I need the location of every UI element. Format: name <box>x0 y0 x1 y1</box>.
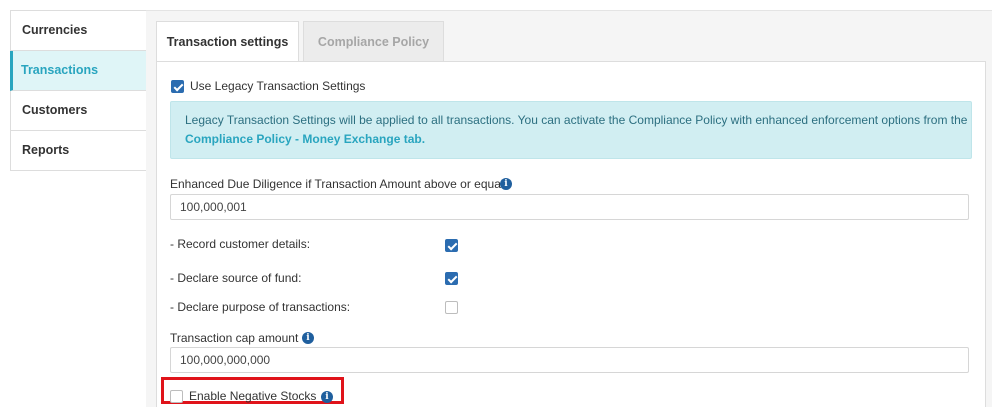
edd-amount-input[interactable] <box>170 194 969 220</box>
tab-transaction-settings[interactable]: Transaction settings <box>156 21 299 62</box>
declare-source-of-fund-checkbox[interactable] <box>445 272 458 285</box>
declare-purpose-label: - Declare purpose of transactions: <box>170 300 351 314</box>
record-customer-details-checkbox[interactable] <box>445 239 458 252</box>
transaction-settings-panel: Use Legacy Transaction Settings Legacy T… <box>156 61 986 407</box>
use-legacy-checkbox[interactable] <box>171 80 184 93</box>
sidebar-item-currencies[interactable]: Currencies <box>11 11 146 51</box>
settings-sidebar: Currencies Transactions Customers Report… <box>10 10 147 171</box>
enable-negative-stocks-label: Enable Negative Stocks <box>189 389 317 403</box>
info-icon[interactable]: i <box>302 332 314 344</box>
sidebar-item-reports[interactable]: Reports <box>11 131 146 171</box>
declare-purpose-checkbox[interactable] <box>445 301 458 314</box>
sidebar-item-customers[interactable]: Customers <box>11 91 146 131</box>
edd-label: Enhanced Due Diligence if Transaction Am… <box>170 177 504 191</box>
sidebar-item-transactions[interactable]: Transactions <box>10 51 146 91</box>
tab-compliance-policy[interactable]: Compliance Policy <box>303 21 444 61</box>
info-icon[interactable]: i <box>321 391 333 403</box>
use-legacy-label: Use Legacy Transaction Settings <box>190 79 366 93</box>
transaction-cap-label: Transaction cap amount <box>170 331 299 345</box>
declare-source-of-fund-label: - Declare source of fund: <box>170 271 302 285</box>
info-icon[interactable]: i <box>500 178 512 190</box>
main-content: Transaction settings Compliance Policy U… <box>146 10 992 407</box>
record-customer-details-label: - Record customer details: <box>170 237 311 251</box>
enable-negative-stocks-checkbox[interactable] <box>170 390 183 403</box>
alert-text: Legacy Transaction Settings will be appl… <box>185 113 968 127</box>
legacy-info-alert: Legacy Transaction Settings will be appl… <box>170 101 972 159</box>
compliance-policy-link[interactable]: Compliance Policy - Money Exchange tab. <box>185 132 425 146</box>
transaction-cap-input[interactable] <box>170 347 969 373</box>
